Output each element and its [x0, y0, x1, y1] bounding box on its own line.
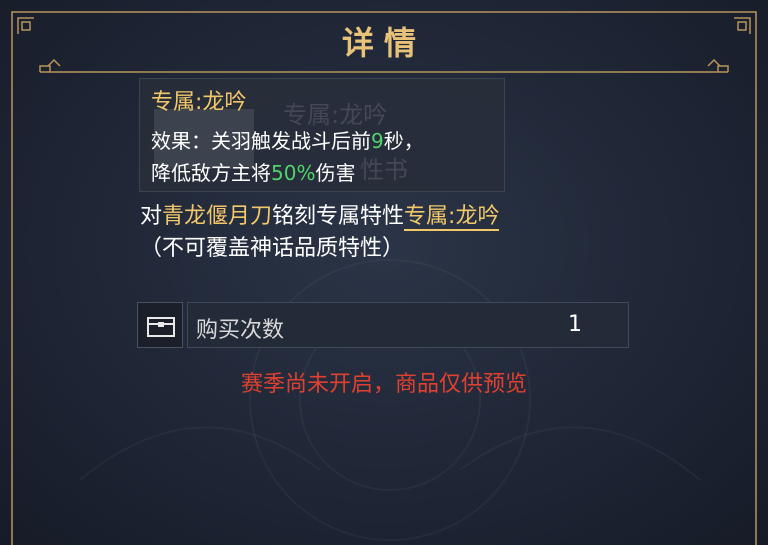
purchase-icon-box: [137, 302, 183, 348]
trait-effect: 效果：关羽触发战斗后前9秒， 降低敌方主将50%伤害: [151, 125, 424, 189]
engrave-note: （不可覆盖神话品质特性）: [140, 236, 405, 261]
dialog-title: 详情: [341, 24, 426, 62]
effect-text: 效果：关羽触发战斗后前: [151, 129, 371, 153]
weapon-name: 青龙偃月刀: [162, 204, 273, 229]
chest-icon: [147, 317, 175, 337]
purchase-count-label: 购买次数: [196, 318, 285, 343]
effect-percent: 50%: [271, 161, 316, 185]
effect-text: 降低敌方主将: [151, 161, 271, 185]
engrave-prefix: 对: [140, 204, 163, 229]
engrave-description: 对青龙偃月刀铭刻专属特性专属:龙吟 （不可覆盖神话品质特性）: [140, 201, 500, 265]
effect-text: 伤害: [315, 161, 356, 185]
engrave-middle: 铭刻专属特性: [272, 204, 405, 229]
trait-link[interactable]: 专属:龙吟: [404, 204, 500, 231]
effect-text: 秒，: [383, 129, 424, 153]
purchase-count-value: 1: [568, 312, 582, 337]
purchase-count-row: 购买次数 1: [137, 302, 629, 348]
purchase-count-field[interactable]: 购买次数 1: [187, 302, 629, 348]
effect-seconds: 9: [371, 129, 384, 153]
season-notice: 赛季尚未开启，商品仅供预览: [240, 372, 527, 397]
trait-name: 专属:龙吟: [151, 90, 247, 115]
